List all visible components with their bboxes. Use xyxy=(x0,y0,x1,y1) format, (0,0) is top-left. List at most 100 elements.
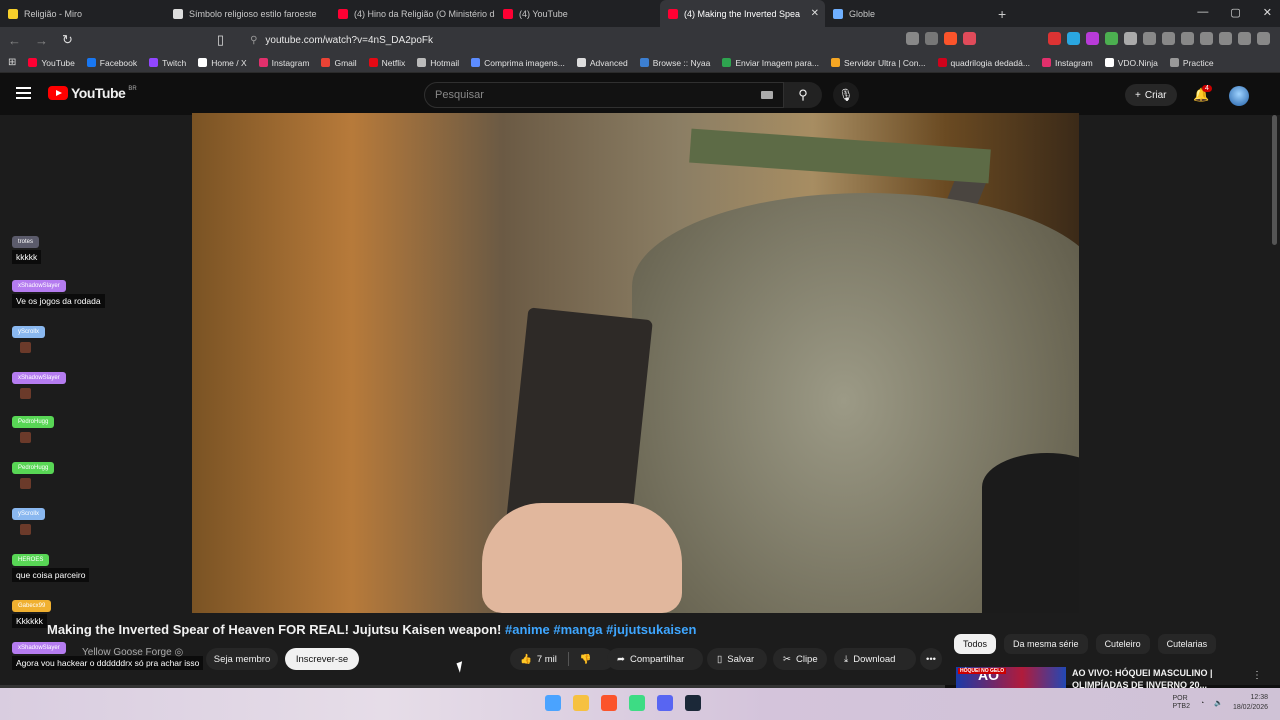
browser-tab[interactable]: Globle xyxy=(825,0,990,27)
account-avatar[interactable] xyxy=(1229,86,1249,106)
voice-search-button[interactable]: 🎙 xyxy=(833,82,859,108)
recommended-thumbnail[interactable]: HÓQUEI NO GELO AO xyxy=(956,667,1066,688)
filter-chip[interactable]: Cuteleiro xyxy=(1095,634,1150,654)
join-button[interactable]: Seja membro xyxy=(206,648,278,670)
bookmark-item[interactable]: quadrilogia dedadá... xyxy=(937,58,1030,68)
channel-name[interactable]: Yellow Goose Forge ◎ xyxy=(82,647,183,658)
bookmark-favicon-icon xyxy=(576,58,586,67)
chat-username: yScrollx xyxy=(12,326,46,338)
extension-icon[interactable] xyxy=(1124,32,1137,45)
bookmark-item[interactable]: Hotmail xyxy=(417,58,459,68)
thumbs-down-icon[interactable]: 👎 xyxy=(580,654,592,665)
save-button[interactable]: ▯ Salvar xyxy=(707,648,767,670)
menu-icon[interactable] xyxy=(1257,32,1270,45)
wallet-icon[interactable] xyxy=(1219,32,1232,45)
filter-chip[interactable]: Cutelarias xyxy=(1157,634,1217,654)
bookmark-item[interactable]: Browse :: Nyaa xyxy=(639,58,710,68)
minimize-icon[interactable]: — xyxy=(1197,6,1208,19)
download-icon[interactable] xyxy=(1162,32,1175,45)
new-tab-button[interactable]: + xyxy=(998,6,1006,22)
clip-button[interactable]: ✂ Clipe xyxy=(773,648,827,670)
share-button[interactable]: ➦ Compartilhar xyxy=(607,648,703,670)
browser-tab[interactable]: Símbolo religioso estilo faroeste xyxy=(165,0,330,27)
download-button[interactable]: ⤓ Download xyxy=(834,648,916,670)
bookmark-favicon-icon xyxy=(937,58,947,67)
bookmark-item[interactable]: YouTube xyxy=(28,58,75,68)
url-field[interactable]: ⚲ youtube.com/watch?v=4nS_DA2poFk xyxy=(250,35,433,46)
brave-shield-icon[interactable] xyxy=(944,32,957,45)
media-icon[interactable] xyxy=(1181,32,1194,45)
bookmark-item[interactable]: Twitch xyxy=(149,58,186,68)
chat-emote-icon xyxy=(20,478,31,489)
bookmark-item[interactable]: Instagram xyxy=(258,58,309,68)
thumbs-up-icon[interactable]: 👍 xyxy=(520,654,532,665)
bookmark-item[interactable]: VDO.Ninja xyxy=(1104,58,1158,68)
apps-icon[interactable]: ⊞ xyxy=(8,57,16,68)
extension-icon[interactable] xyxy=(1048,32,1061,45)
taskbar-app-icon[interactable] xyxy=(685,695,701,711)
video-player[interactable] xyxy=(192,113,1079,613)
filter-chip[interactable]: Da mesma série xyxy=(1004,634,1088,654)
back-icon[interactable]: ← xyxy=(8,33,21,48)
bookmark-item[interactable]: Netflix xyxy=(368,58,405,68)
bookmark-item[interactable]: Servidor Ultra | Con... xyxy=(830,58,926,68)
video-hashtags[interactable]: #anime #manga #jujutsukaisen xyxy=(505,622,696,637)
recommended-video[interactable]: HÓQUEI NO GELO AO AO VIVO: HÓQUEI MASCUL… xyxy=(956,664,1266,690)
bookmark-item[interactable]: Advanced xyxy=(576,58,628,68)
bookmark-item[interactable]: Enviar Imagem para... xyxy=(722,58,819,68)
rewards-icon[interactable] xyxy=(963,32,976,45)
reload-icon[interactable]: ↻ xyxy=(62,32,73,48)
site-info-icon[interactable]: ⚲ xyxy=(250,35,257,46)
browser-tab[interactable]: (4) YouTube xyxy=(495,0,660,27)
sidebar-icon[interactable] xyxy=(1200,32,1213,45)
recommendation-chips: Todos Da mesma série Cuteleiro Cutelarias xyxy=(954,634,1217,654)
search-button[interactable]: ⚲ xyxy=(784,82,822,108)
page-scrollbar[interactable] xyxy=(1272,115,1277,245)
forward-icon[interactable]: → xyxy=(35,33,48,48)
close-icon[interactable]: ✕ xyxy=(1263,6,1272,19)
close-tab-icon[interactable]: ✕ xyxy=(811,8,819,19)
maximize-icon[interactable]: ▢ xyxy=(1230,6,1240,19)
browser-tab[interactable]: (4) Making the Inverted Spea ✕ xyxy=(660,0,825,27)
bookmark-icon[interactable]: ▯ xyxy=(217,32,224,48)
screenshot-icon[interactable] xyxy=(906,32,919,45)
taskbar-app-icon[interactable] xyxy=(657,695,673,711)
language-indicator[interactable]: POR PTB2 xyxy=(1172,695,1190,711)
bookmark-item[interactable]: Gmail xyxy=(321,58,357,68)
create-button[interactable]: + Criar xyxy=(1125,84,1177,106)
search-input[interactable]: Pesquisar xyxy=(424,82,784,108)
like-dislike-group[interactable]: 👍 7 mil 👎 xyxy=(510,648,614,670)
chat-message: trotes kkkkk xyxy=(12,230,42,264)
bookmark-item[interactable]: Facebook xyxy=(86,58,137,68)
more-actions-button[interactable]: ••• xyxy=(920,648,942,670)
extension-icon[interactable] xyxy=(1105,32,1118,45)
taskbar-app-icon[interactable] xyxy=(545,695,561,711)
vpn-icon[interactable] xyxy=(1238,32,1251,45)
extension-icon[interactable] xyxy=(1143,32,1156,45)
filter-chip[interactable]: Todos xyxy=(954,634,997,654)
extension-icon[interactable] xyxy=(1067,32,1080,45)
bookmark-favicon-icon xyxy=(198,58,208,67)
browser-tab[interactable]: (4) Hino da Religião (O Ministério da xyxy=(330,0,495,27)
taskbar: POR PTB2 ◔ 🔈 12:38 18/02/2026 xyxy=(0,688,1280,720)
share-icon[interactable] xyxy=(925,32,938,45)
bookmark-item[interactable]: Instagram xyxy=(1041,58,1093,68)
bookmark-favicon-icon xyxy=(321,58,331,67)
taskbar-app-icon[interactable] xyxy=(629,695,645,711)
wifi-icon[interactable]: ◔ xyxy=(1200,700,1204,707)
clock[interactable]: 12:38 18/02/2026 xyxy=(1233,693,1268,713)
subscribe-button[interactable]: Inscrever-se xyxy=(285,648,359,670)
extension-icon[interactable] xyxy=(1086,32,1099,45)
volume-icon[interactable]: 🔈 xyxy=(1214,699,1223,707)
more-vert-icon[interactable]: ⋮ xyxy=(1252,670,1262,681)
youtube-logo[interactable]: YouTube BR xyxy=(48,85,137,101)
browser-tab[interactable]: Religião - Miro xyxy=(0,0,165,27)
taskbar-app-icon[interactable] xyxy=(601,695,617,711)
bookmark-item[interactable]: Practice xyxy=(1169,58,1214,68)
hamburger-menu-icon[interactable] xyxy=(16,87,31,99)
chat-text: kkkkk xyxy=(12,250,42,264)
keyboard-icon[interactable] xyxy=(761,91,773,99)
taskbar-app-icon[interactable] xyxy=(573,695,589,711)
bookmark-item[interactable]: Home / X xyxy=(198,58,247,68)
bookmark-item[interactable]: Comprima imagens... xyxy=(471,58,565,68)
